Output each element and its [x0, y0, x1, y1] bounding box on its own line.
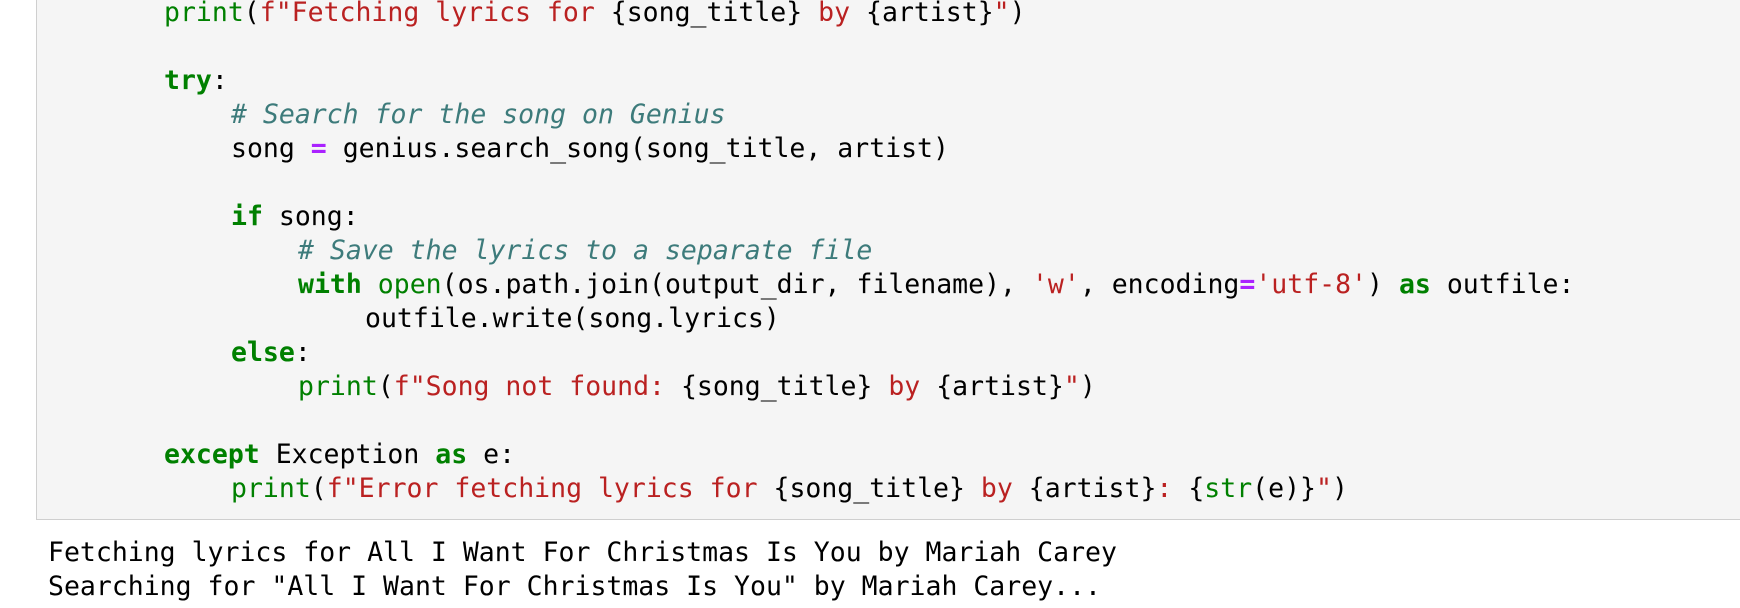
code-line: # Search for the song on Genius	[231, 98, 726, 132]
builtin-token: print	[231, 473, 311, 504]
code-line: else:	[231, 336, 311, 370]
keyword-token: with	[298, 269, 362, 300]
keyword-token: as	[1398, 269, 1431, 300]
code-line: # Save the lyrics to a separate file	[298, 234, 872, 268]
code-token: {song_title}	[610, 0, 803, 28]
code-token: )	[1367, 269, 1399, 300]
operator-token: =	[1239, 269, 1256, 300]
keyword-token: try	[164, 65, 212, 96]
code-token: (	[310, 473, 327, 504]
string-token: "	[993, 0, 1010, 28]
code-token: (	[377, 371, 394, 402]
code-token: {	[1188, 473, 1205, 504]
code-token: )	[1009, 0, 1026, 28]
string-token: by	[802, 0, 867, 28]
comment-token: # Save the lyrics to a separate file	[298, 235, 873, 266]
string-token: "	[1316, 473, 1332, 504]
code-line: print(f"Error fetching lyrics for {song_…	[231, 472, 1348, 506]
code-token: (os.path.join(output_dir, filename),	[441, 269, 1032, 300]
code-token: :	[294, 337, 311, 368]
code-line: outfile.write(song.lyrics)	[365, 302, 780, 336]
string-token: f"Song not found:	[393, 371, 681, 402]
code-line: song = genius.search_song(song_title, ar…	[231, 132, 949, 166]
code-token: genius.search_song(song_title, artist)	[326, 133, 949, 164]
string-token: f"Error fetching lyrics for	[326, 473, 774, 504]
code-token: {artist}	[866, 0, 994, 28]
builtin-token: str	[1204, 473, 1253, 504]
code-line: print(f"Song not found: {song_title} by …	[298, 370, 1096, 404]
builtin-token: print	[164, 0, 244, 28]
code-token: {song_title}	[680, 371, 873, 402]
string-token: 'utf-8'	[1255, 269, 1368, 300]
string-token: :	[1156, 473, 1189, 504]
code-cell[interactable]: print(f"Fetching lyrics for {song_title}…	[36, 0, 1740, 520]
keyword-token: as	[435, 439, 468, 470]
code-token: (	[243, 0, 260, 28]
keyword-token: except	[164, 439, 260, 470]
code-token: {artist}	[936, 371, 1064, 402]
comment-token: # Search for the song on Genius	[231, 99, 726, 130]
code-line: print(f"Fetching lyrics for {song_title}…	[164, 0, 1026, 30]
code-token: , encoding	[1079, 269, 1240, 300]
code-token: Exception	[259, 439, 436, 470]
code-token: :	[211, 65, 228, 96]
code-token: (e)}	[1252, 473, 1316, 504]
code-token: )	[1079, 371, 1096, 402]
code-token: )	[1331, 473, 1348, 504]
operator-token: =	[310, 133, 327, 164]
string-token: by	[872, 371, 937, 402]
builtin-token: print	[298, 371, 378, 402]
keyword-token: if	[231, 201, 263, 232]
string-token: f"Fetching lyrics for	[259, 0, 611, 28]
code-token: outfile:	[1430, 269, 1575, 300]
code-token: {song_title}	[773, 473, 965, 504]
string-token: 'w'	[1031, 269, 1080, 300]
string-token: "	[1063, 371, 1080, 402]
output-line: Searching for "All I Want For Christmas …	[48, 571, 1101, 602]
string-token: by	[964, 473, 1029, 504]
code-token: e:	[467, 439, 516, 470]
output-line: Fetching lyrics for All I Want For Chris…	[48, 537, 1117, 568]
code-line: except Exception as e:	[164, 438, 515, 472]
code-line: try:	[164, 64, 228, 98]
code-line: with open(os.path.join(output_dir, filen…	[298, 268, 1574, 302]
code-token: {artist}	[1028, 473, 1157, 504]
code-line: if song:	[231, 200, 359, 234]
code-token: song	[231, 133, 311, 164]
builtin-token: open	[377, 269, 442, 300]
code-token: outfile.write(song.lyrics)	[365, 303, 780, 334]
keyword-token: else	[231, 337, 295, 368]
code-token: song:	[262, 201, 359, 232]
